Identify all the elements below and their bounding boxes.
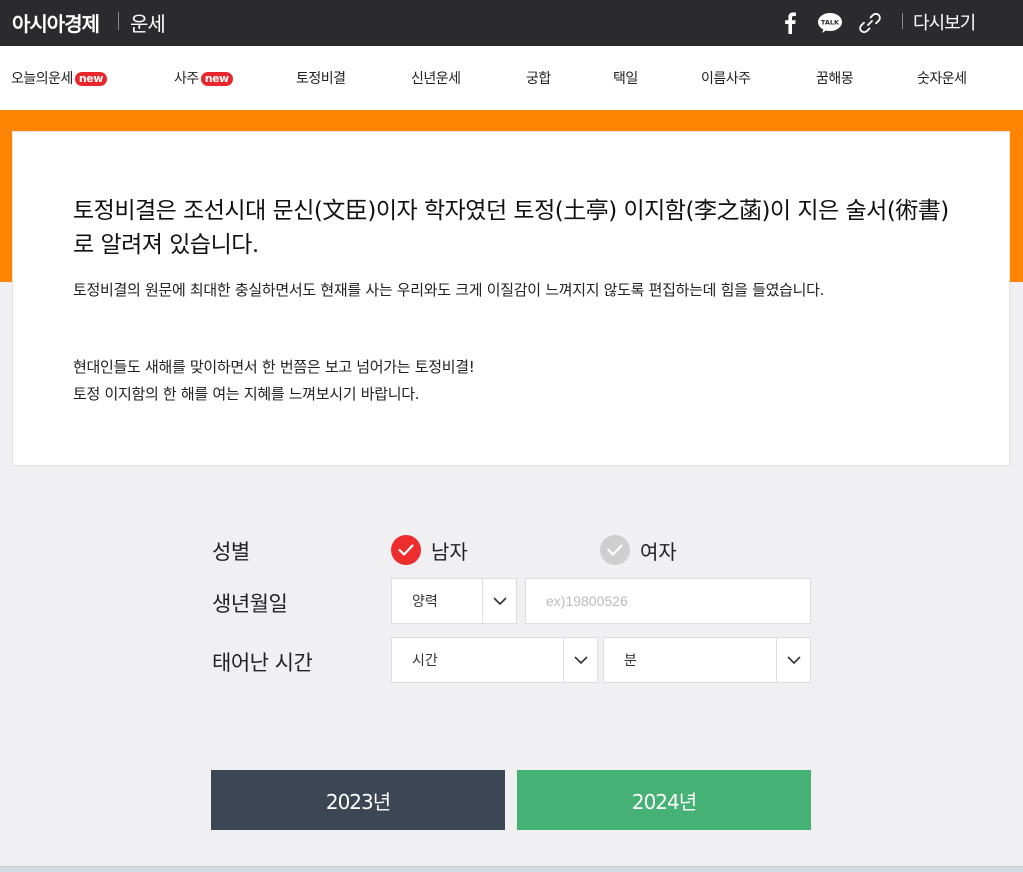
gender-female-label: 여자 bbox=[640, 539, 677, 564]
new-badge: new bbox=[200, 72, 233, 86]
top-bar: 아시아경제 운세 TALK 다시보기 bbox=[0, 0, 1023, 46]
nav-item-compatibility[interactable]: 궁합 bbox=[526, 68, 551, 88]
link-icon[interactable] bbox=[857, 10, 883, 36]
year-2023-button[interactable]: 2023년 bbox=[211, 770, 505, 830]
bottom-divider bbox=[0, 866, 1023, 872]
facebook-icon[interactable] bbox=[777, 10, 803, 36]
chevron-down-icon bbox=[776, 638, 810, 682]
gender-male-radio[interactable]: 남자 bbox=[391, 535, 468, 565]
intro-paragraph: 토정비결의 원문에 최대한 충실하면서도 현재를 사는 우리와도 크게 이질감이… bbox=[73, 281, 825, 299]
nav-item-date-selection[interactable]: 택일 bbox=[613, 68, 638, 88]
hour-select[interactable]: 시간 bbox=[391, 637, 598, 683]
birth-label: 생년월일 bbox=[212, 592, 288, 616]
nav-label: 사주 bbox=[174, 71, 199, 87]
check-icon bbox=[600, 535, 630, 565]
replay-divider bbox=[902, 13, 903, 29]
chevron-down-icon bbox=[563, 638, 597, 682]
kakaotalk-text: TALK bbox=[821, 19, 840, 27]
gender-label: 성별 bbox=[212, 540, 250, 564]
nav-item-newyear[interactable]: 신년운세 bbox=[411, 68, 461, 88]
calendar-type-select[interactable]: 양력 bbox=[391, 578, 517, 624]
share-icons: TALK bbox=[777, 10, 883, 36]
brand-divider bbox=[118, 12, 119, 30]
nav-item-tojeong[interactable]: 토정비결 bbox=[296, 68, 346, 88]
minute-value: 분 bbox=[624, 653, 637, 669]
brand-logo[interactable]: 아시아경제 bbox=[12, 8, 100, 37]
kakaotalk-icon[interactable]: TALK bbox=[817, 10, 843, 36]
minute-select[interactable]: 분 bbox=[603, 637, 811, 683]
nav-item-number-fortune[interactable]: 숫자운세 bbox=[917, 68, 967, 88]
birth-date-input[interactable] bbox=[525, 578, 811, 624]
nav-label: 오늘의운세 bbox=[11, 71, 73, 87]
intro-paragraph-line1: 현대인들도 새해를 맞이하면서 한 번쯤은 보고 넘어가는 토정비결! bbox=[73, 358, 475, 376]
calendar-type-value: 양력 bbox=[412, 594, 438, 610]
gender-female-radio[interactable]: 여자 bbox=[600, 535, 677, 565]
check-icon bbox=[391, 535, 421, 565]
nav-item-name-saju[interactable]: 이름사주 bbox=[701, 68, 751, 88]
intro-card: 토정비결은 조선시대 문신(文臣)이자 학자였던 토정(土亭) 이지함(李之菡)… bbox=[12, 131, 1010, 466]
nav-item-saju[interactable]: 사주 new bbox=[174, 68, 233, 88]
new-badge: new bbox=[74, 72, 107, 86]
birth-time-label: 태어난 시간 bbox=[212, 651, 313, 675]
replay-button[interactable]: 다시보기 bbox=[913, 9, 976, 35]
nav-item-dream[interactable]: 꿈해몽 bbox=[816, 68, 854, 88]
nav-item-today-fortune[interactable]: 오늘의운세 new bbox=[11, 68, 107, 88]
intro-paragraph-line2: 토정 이지함의 한 해를 여는 지혜를 느껴보시기 바랍니다. bbox=[73, 385, 420, 403]
intro-title: 토정비결은 조선시대 문신(文臣)이자 학자였던 토정(土亭) 이지함(李之菡)… bbox=[73, 198, 949, 258]
year-2024-button[interactable]: 2024년 bbox=[517, 770, 811, 830]
gender-male-label: 남자 bbox=[431, 539, 468, 564]
section-title[interactable]: 운세 bbox=[130, 8, 166, 37]
chevron-down-icon bbox=[482, 579, 516, 623]
hour-value: 시간 bbox=[412, 653, 438, 669]
main-nav: 오늘의운세 new 사주 new 토정비결 신년운세 궁합 택일 이름사주 꿈해몽 … bbox=[0, 46, 1023, 110]
